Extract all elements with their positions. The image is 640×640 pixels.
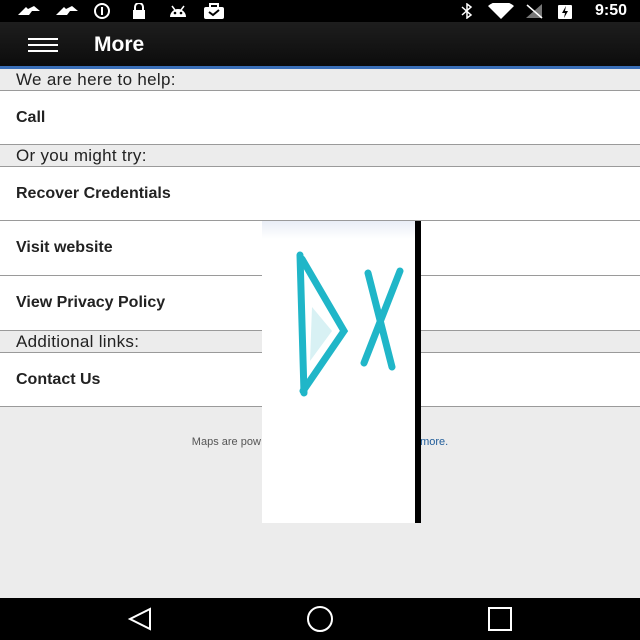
signal-icon [56,6,78,15]
info-icon [94,3,110,19]
hamburger-icon[interactable] [28,38,58,52]
dx-logo-overlay [262,221,421,523]
back-icon[interactable] [120,606,160,632]
bluetooth-icon [461,3,473,19]
attribution-text: Maps are pow [191,436,261,448]
recents-icon[interactable] [480,606,520,632]
section-header-try: Or you might try: [0,145,640,166]
briefcase-icon [204,3,224,19]
dx-logo [296,221,421,523]
call-item[interactable]: Call [0,90,640,145]
signal-icon [18,6,40,15]
system-nav-bar [0,598,640,640]
battery-charging-icon [558,5,572,19]
lock-icon [133,3,145,19]
page-title: More [94,33,145,56]
section-header-help: We are here to help: [0,69,640,90]
wifi-icon [488,3,514,19]
no-signal-icon [526,4,543,19]
status-bar: 9:50 [0,0,640,22]
status-time: 9:50 [594,2,627,19]
home-icon[interactable] [300,606,340,632]
app-bar: More [0,22,640,69]
android-icon [170,5,186,17]
recover-credentials-item[interactable]: Recover Credentials [0,166,640,221]
